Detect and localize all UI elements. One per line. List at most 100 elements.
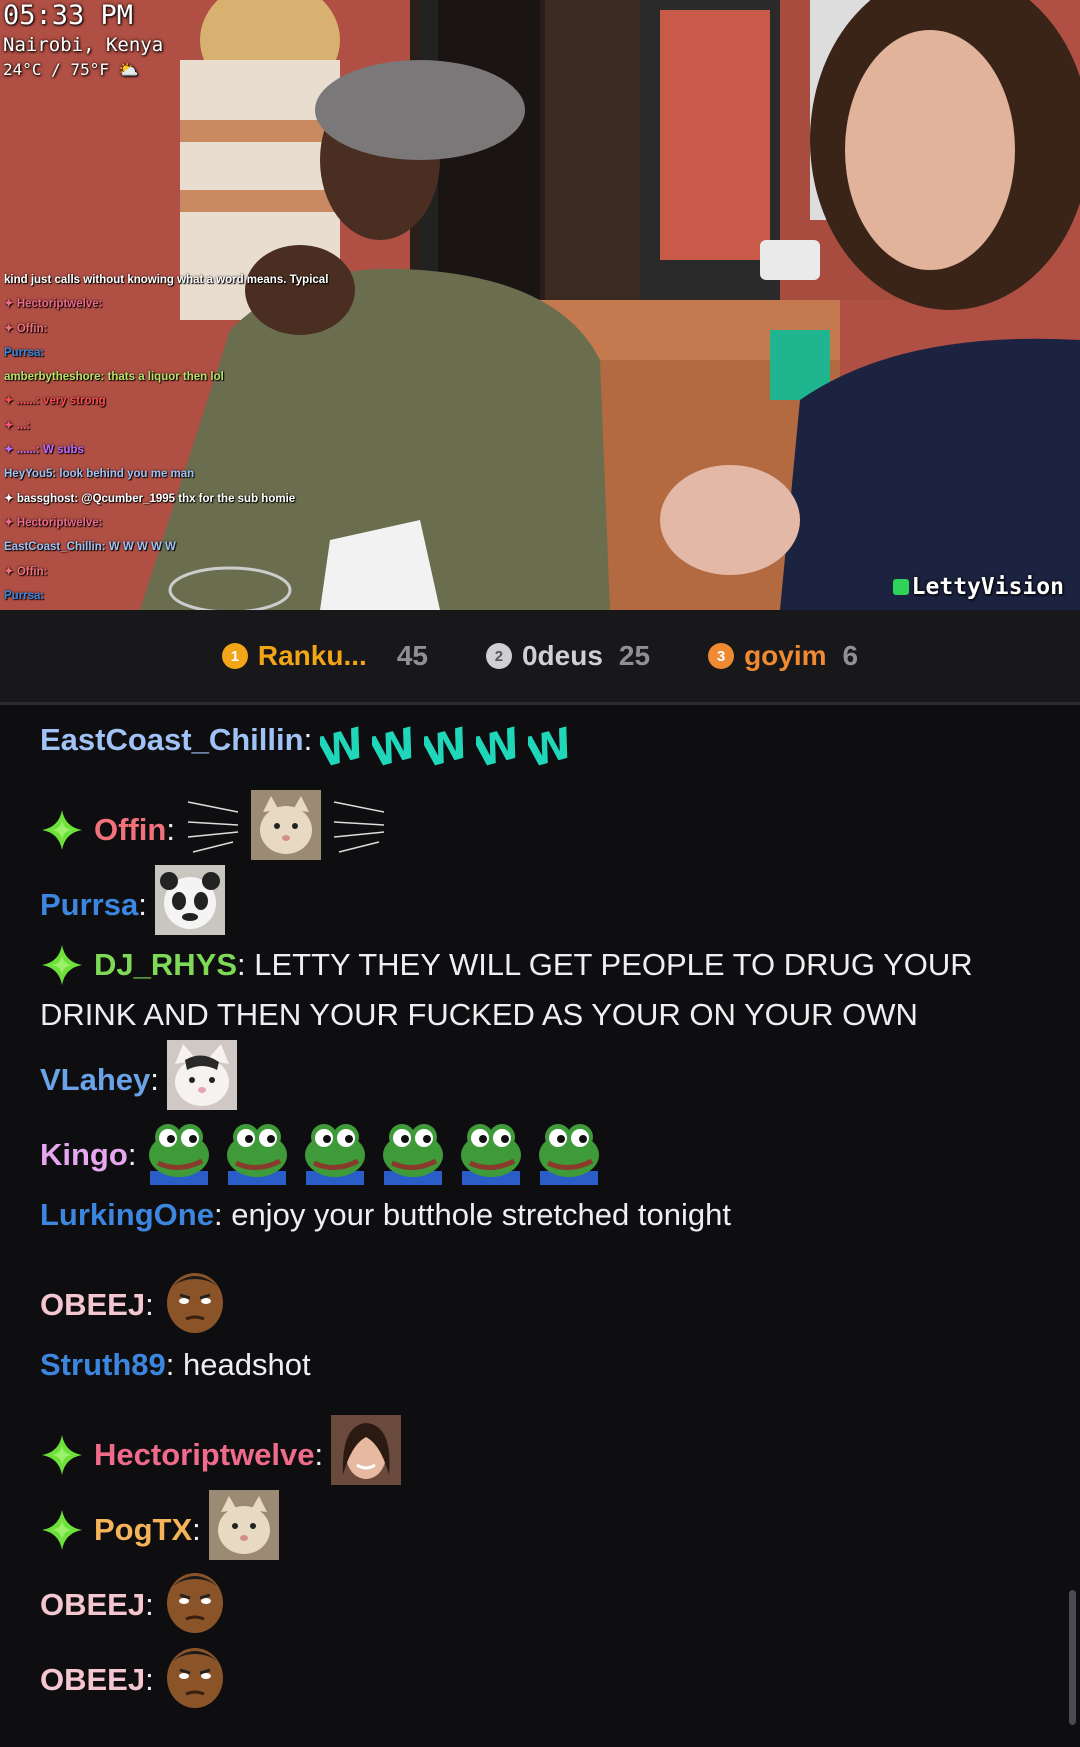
chat-separator: : [145,1587,154,1622]
chat-username[interactable]: Hectoriptwelve [94,1437,315,1472]
chat-message: Struth89: headshot [40,1340,1030,1390]
chat-separator: : [138,887,147,922]
panda-emote[interactable] [154,865,225,935]
overlay-chat-line: Purrsa: [4,589,45,602]
leaderboard-name: Ranku... [257,640,367,671]
chat-username[interactable]: LurkingOne [40,1197,214,1232]
chat-username[interactable]: OBEEJ [40,1587,145,1622]
chat-username[interactable]: Purrsa [40,887,138,922]
cat-emote[interactable] [250,790,321,860]
gift-leaderboard: 1 Ranku... 45 2 0deus 25 3 goyim 6 [0,610,1080,705]
speed-lines-emote[interactable] [329,792,389,860]
chat-username[interactable]: OBEEJ [40,1287,145,1322]
chat-text: headshot [183,1347,311,1382]
sub-badge-icon[interactable] [40,943,84,987]
chat-username[interactable]: DJ_RHYS [94,947,237,982]
W-emote[interactable]: W [372,722,416,770]
stream-info-overlay: 05:33 PM Nairobi, Kenya 24°C / 75°F ⛅ [3,0,163,82]
pepe-emote[interactable] [222,1115,292,1185]
overlay-chat-line: ✦ ...: [4,419,31,432]
watermark: LettyVision [892,574,1064,600]
svg-text:W: W [528,722,572,770]
leaderboard-name: 0deus [521,640,603,671]
chat-message: OBEEJ: [40,1640,1030,1710]
chat-username[interactable]: Kingo [40,1137,128,1172]
sub-badge-icon[interactable] [40,1433,84,1477]
chat-message: Purrsa: [40,865,1030,935]
cat-emote[interactable] [208,1490,279,1560]
pepe-emote[interactable] [534,1115,604,1185]
leaderboard-entry-3[interactable]: 3 goyim 6 [708,640,858,672]
chat-message: VLahey: [40,1040,1030,1110]
svg-text:W: W [424,722,468,770]
chat-separator: : [213,1197,223,1232]
chat-separator: : [237,947,246,982]
leaderboard-entry-2[interactable]: 2 0deus 25 [485,640,651,672]
W-emote[interactable]: W [320,722,364,770]
chat-message: OBEEJ: [40,1265,1030,1335]
overlay-chat-line: ✦ Hectoriptwelve: [4,298,103,311]
chat-username[interactable]: Struth89 [40,1347,166,1382]
chat-message: DJ_RHYS: LETTY THEY WILL GET PEOPLE TO D… [40,940,1030,1040]
overlay-chat-line: ✦ ......: very strong [4,395,106,408]
pepe-emote[interactable] [456,1115,526,1185]
speed-lines-emote[interactable] [183,792,243,860]
chat-separator: : [127,1137,137,1172]
chat-separator: : [165,1347,175,1382]
W-emote[interactable]: W [528,722,572,770]
chat-list[interactable]: EastCoast_Chillin: W W W W W Offin: Purrsa: DJ_R… [0,705,1080,1747]
overlay-chat-line: ✦ Offin: [4,565,48,578]
letty-emote[interactable] [331,1415,402,1485]
leaderboard-score: 6 [842,640,859,671]
pepe-emote[interactable] [378,1115,448,1185]
chat-message: EastCoast_Chillin: W W W W W [40,715,1030,770]
face-emote[interactable] [162,1640,228,1710]
chat-username[interactable]: VLahey [40,1062,150,1097]
overlay-chat-line: amberbytheshore: thats a liquor then lol [4,371,224,384]
chat-separator: : [166,812,175,847]
chat-message: OBEEJ: [40,1565,1030,1635]
overlay-chat-line: kind just calls without knowing what a w… [4,274,329,286]
chat-text: enjoy your butthole stretched tonight [231,1197,731,1232]
pepe-emote[interactable] [300,1115,370,1185]
bronze-medal-icon: 3 [708,643,735,669]
overlay-chat-line: ✦ ......: W subs [4,444,84,457]
W-emote[interactable]: W [424,722,468,770]
watermark-text: LettyVision [911,574,1064,600]
chat-message: Offin: [40,790,1030,860]
chat-message: Hectoriptwelve: [40,1415,1030,1485]
beluga-cat-emote[interactable] [166,1040,237,1110]
chat-username[interactable]: OBEEJ [40,1662,145,1697]
silver-medal-icon: 2 [485,643,512,669]
chat-message: Kingo: [40,1115,1030,1185]
svg-text:W: W [476,722,520,770]
overlay-time: 05:33 PM [3,0,134,31]
sub-badge-icon[interactable] [40,808,84,852]
overlay-chat-line: EastCoast_Chillin: W W W W W [4,541,176,554]
chat-username[interactable]: Offin [94,812,166,847]
chat-message: LurkingOne: enjoy your butthole stretche… [40,1190,1030,1240]
W-emote[interactable]: W [476,722,520,770]
stream-overlay-chat: kind just calls without knowing what a w… [4,268,424,608]
overlay-chat-line: Purrsa: [4,346,45,359]
chat-separator: : [145,1287,154,1322]
svg-text:W: W [320,722,364,770]
pepe-emote[interactable] [144,1115,214,1185]
sub-badge-icon[interactable] [40,1508,84,1552]
chat-scrollbar[interactable] [1069,1590,1076,1725]
overlay-location: Nairobi, Kenya [3,34,164,56]
overlay-chat-line: ✦ bassghost: @Qcumber_1995 thx for the s… [4,492,296,505]
chat-separator: : [192,1512,201,1547]
gold-medal-icon: 1 [221,643,248,669]
chat-message: PogTX: [40,1490,1030,1560]
face-emote[interactable] [162,1265,228,1335]
stream-video[interactable]: 05:33 PM Nairobi, Kenya 24°C / 75°F ⛅ ki… [0,0,1080,610]
leaderboard-entry-1[interactable]: 1 Ranku... 45 [221,640,428,672]
chat-username[interactable]: EastCoast_Chillin [40,722,304,757]
chat-separator: : [303,722,313,757]
leaderboard-score: 45 [396,640,428,671]
chat-separator: : [314,1437,324,1472]
face-emote[interactable] [162,1565,228,1635]
chat-username[interactable]: PogTX [94,1512,192,1547]
leaderboard-score: 25 [618,640,651,671]
